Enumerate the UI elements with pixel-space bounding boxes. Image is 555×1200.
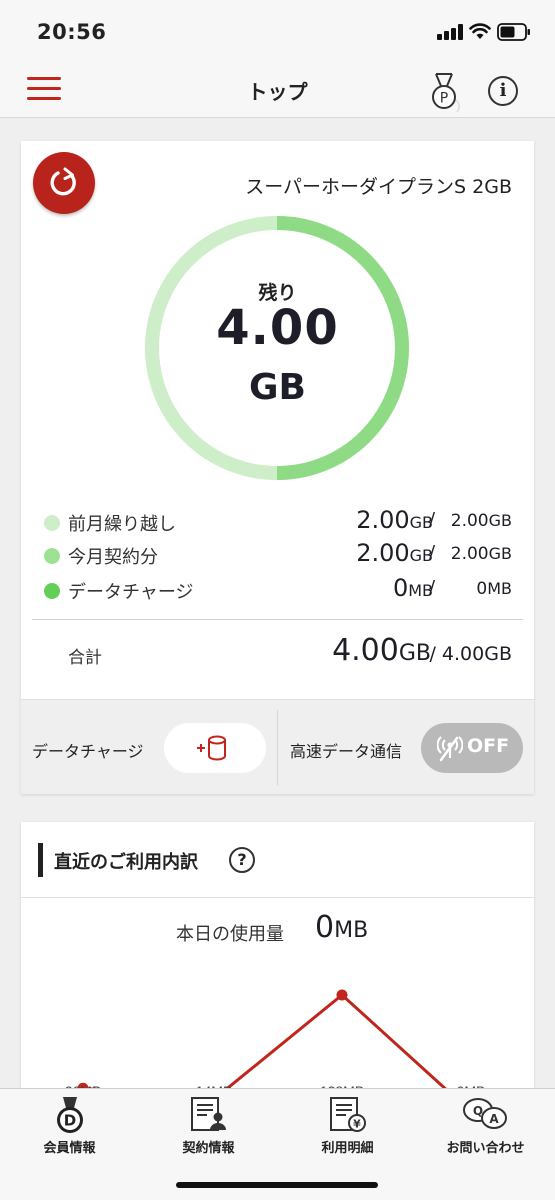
action-bar: データチャージ 高速データ通信 OFF — [21, 699, 534, 794]
section-accent-bar — [38, 843, 43, 877]
charge-dot — [44, 583, 60, 599]
total-capacity: / 4.00GB — [429, 643, 512, 665]
tab-label: お問い合わせ — [446, 1141, 525, 1156]
cellular-signal-icon — [437, 24, 465, 40]
add-data-cylinder-icon — [197, 735, 226, 761]
usage-title: 直近のご利用内訳 — [54, 852, 198, 873]
usage-header: 直近のご利用内訳 ? — [21, 822, 534, 898]
breakdown-row-carryover: 前月繰り越し 2.00GB / 2.00GB — [21, 506, 534, 538]
total-label: 合計 — [68, 648, 102, 668]
breakdown-label: 前月繰り越し — [68, 514, 176, 535]
tab-label: 利用明細 — [321, 1141, 374, 1156]
high-speed-toggle[interactable]: OFF — [421, 723, 523, 773]
contract-dot — [44, 548, 60, 564]
battery-icon — [497, 23, 530, 41]
contract-document-icon — [190, 1097, 226, 1131]
data-balance-card: スーパーホーダイプランS 2GB 残り 4.00 GB 前月繰り越し 2.00G… — [21, 141, 534, 794]
plan-name: スーパーホーダイプランS 2GB — [245, 176, 512, 198]
recent-usage-card: 直近のご利用内訳 ? 本日の使用量 0MB 26MB14MB128MB0MB — [21, 822, 534, 1122]
tab-label: 会員情報 — [43, 1141, 96, 1156]
tab-contact[interactable]: Q A お問い合わせ — [416, 1089, 555, 1169]
today-usage-label: 本日の使用量 — [176, 924, 284, 945]
tab-usage-statement[interactable]: ¥ 利用明細 — [278, 1089, 417, 1169]
breakdown-total: 0MB — [476, 579, 512, 599]
page-title: トップ — [247, 80, 308, 104]
remaining-unit: GB — [249, 367, 306, 408]
toggle-state-text: OFF — [467, 735, 510, 757]
breakdown-used: 2.00GB — [356, 539, 433, 567]
tab-label: 契約情報 — [182, 1141, 235, 1156]
svg-text:P: P — [440, 91, 448, 107]
breakdown-slash: / — [429, 542, 436, 563]
remaining-value: 4.00 — [216, 300, 339, 356]
wifi-icon — [469, 23, 491, 39]
tab-member-info[interactable]: D 会員情報 — [0, 1089, 139, 1169]
breakdown-label: データチャージ — [68, 582, 194, 603]
breakdown-used: 0MB — [392, 574, 433, 602]
carryover-dot — [44, 515, 60, 531]
member-medal-icon: D — [56, 1097, 83, 1133]
breakdown-used: 2.00GB — [356, 506, 433, 534]
status-time: 20:56 — [37, 20, 107, 44]
action-divider — [277, 710, 278, 785]
svg-text:¥: ¥ — [353, 1118, 361, 1131]
total-used: 4.00GB — [332, 633, 431, 668]
usage-point — [336, 989, 348, 1001]
qa-chat-icon: Q A — [462, 1098, 507, 1129]
points-medal-icon[interactable]: P — [427, 72, 461, 114]
help-icon[interactable]: ? — [229, 847, 255, 873]
refresh-icon — [50, 167, 76, 196]
svg-text:D: D — [63, 1112, 75, 1130]
breakdown-total: 2.00GB — [450, 544, 512, 564]
breakdown-row-contract: 今月契約分 2.00GB / 2.00GB — [21, 539, 534, 571]
refresh-button[interactable] — [33, 152, 95, 214]
usage-statement-icon: ¥ — [329, 1097, 366, 1132]
high-speed-data-label: 高速データ通信 — [290, 742, 403, 761]
nav-bar: トップ P i — [0, 62, 555, 118]
breakdown-label: 今月契約分 — [68, 547, 158, 568]
today-usage-value: 0MB — [315, 910, 369, 945]
breakdown-total: 2.00GB — [450, 511, 512, 531]
status-bar: 20:56 — [0, 0, 555, 62]
breakdown-slash: / — [429, 509, 436, 530]
tab-contract-info[interactable]: 契約情報 — [139, 1089, 278, 1169]
data-charge-label: データチャージ — [32, 742, 144, 761]
data-charge-button[interactable] — [164, 723, 266, 773]
info-icon[interactable]: i — [488, 76, 518, 106]
home-indicator — [176, 1182, 378, 1188]
divider — [32, 619, 523, 620]
breakdown-slash: / — [429, 577, 436, 598]
breakdown-row-charge: データチャージ 0MB / 0MB — [21, 574, 534, 606]
svg-text:A: A — [489, 1112, 499, 1126]
disabled-slash-icon — [439, 736, 459, 762]
